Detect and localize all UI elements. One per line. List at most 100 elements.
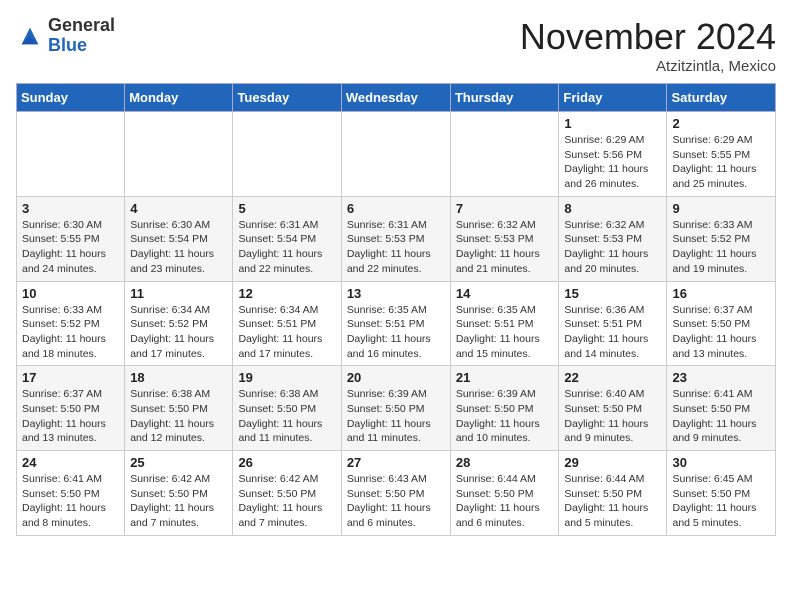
- calendar-cell: 11 Sunrise: 6:34 AM Sunset: 5:52 PM Dayli…: [125, 281, 233, 366]
- calendar-cell: [125, 112, 233, 197]
- calendar-cell: 2 Sunrise: 6:29 AM Sunset: 5:55 PM Daylig…: [667, 112, 776, 197]
- weekday-header-tuesday: Tuesday: [233, 84, 341, 112]
- day-number: 11: [130, 286, 227, 301]
- calendar-cell: 17 Sunrise: 6:37 AM Sunset: 5:50 PM Dayli…: [17, 366, 125, 451]
- weekday-header-saturday: Saturday: [667, 84, 776, 112]
- title-block: November 2024 Atzitzintla, Mexico: [520, 16, 776, 75]
- calendar-cell: 22Sunrise: 6:40 AM Sunset: 5:50 PM Dayli…: [559, 366, 667, 451]
- day-info: Sunrise: 6:41 AM Sunset: 5:50 PM Dayligh…: [22, 472, 119, 531]
- month-title: November 2024: [520, 16, 776, 58]
- calendar-cell: 29 Sunrise: 6:44 AM Sunset: 5:50 PM Dayli…: [559, 451, 667, 536]
- logo-blue-text: Blue: [48, 36, 115, 56]
- day-info: Sunrise: 6:34 AM Sunset: 5:52 PM Dayligh…: [130, 303, 227, 362]
- day-info: Sunrise: 6:30 AM Sunset: 5:55 PM Dayligh…: [22, 218, 119, 277]
- day-number: 16: [672, 286, 770, 301]
- day-number: 17: [22, 370, 119, 385]
- calendar-cell: 26 Sunrise: 6:42 AM Sunset: 5:50 PM Dayli…: [233, 451, 341, 536]
- calendar-cell: [233, 112, 341, 197]
- day-number: 7: [456, 201, 554, 216]
- day-info: Sunrise: 6:29 AM Sunset: 5:56 PM Dayligh…: [564, 133, 661, 192]
- day-number: 29: [564, 455, 661, 470]
- calendar-cell: [17, 112, 125, 197]
- calendar-cell: 20 Sunrise: 6:39 AM Sunset: 5:50 PM Dayli…: [341, 366, 450, 451]
- weekday-header-wednesday: Wednesday: [341, 84, 450, 112]
- day-info: Sunrise: 6:44 AM Sunset: 5:50 PM Dayligh…: [456, 472, 554, 531]
- day-info: Sunrise: 6:31 AM Sunset: 5:53 PM Dayligh…: [347, 218, 445, 277]
- day-info: Sunrise: 6:37 AM Sunset: 5:50 PM Dayligh…: [22, 387, 119, 446]
- calendar-cell: 6Sunrise: 6:31 AM Sunset: 5:53 PM Daylig…: [341, 196, 450, 281]
- day-number: 1: [564, 116, 661, 131]
- calendar-cell: 30 Sunrise: 6:45 AM Sunset: 5:50 PM Dayli…: [667, 451, 776, 536]
- calendar-cell: 1 Sunrise: 6:29 AM Sunset: 5:56 PM Daylig…: [559, 112, 667, 197]
- calendar-cell: 12 Sunrise: 6:34 AM Sunset: 5:51 PM Dayli…: [233, 281, 341, 366]
- week-row-2: 3Sunrise: 6:30 AM Sunset: 5:55 PM Daylig…: [17, 196, 776, 281]
- day-number: 2: [672, 116, 770, 131]
- calendar-cell: 3Sunrise: 6:30 AM Sunset: 5:55 PM Daylig…: [17, 196, 125, 281]
- day-info: Sunrise: 6:32 AM Sunset: 5:53 PM Dayligh…: [456, 218, 554, 277]
- day-number: 28: [456, 455, 554, 470]
- day-number: 21: [456, 370, 554, 385]
- weekday-header-friday: Friday: [559, 84, 667, 112]
- week-row-5: 24 Sunrise: 6:41 AM Sunset: 5:50 PM Dayli…: [17, 451, 776, 536]
- weekday-header-row: SundayMondayTuesdayWednesdayThursdayFrid…: [17, 84, 776, 112]
- day-number: 19: [238, 370, 335, 385]
- calendar-cell: 25Sunrise: 6:42 AM Sunset: 5:50 PM Dayli…: [125, 451, 233, 536]
- day-number: 26: [238, 455, 335, 470]
- day-number: 25: [130, 455, 227, 470]
- week-row-3: 10Sunrise: 6:33 AM Sunset: 5:52 PM Dayli…: [17, 281, 776, 366]
- calendar-cell: 9 Sunrise: 6:33 AM Sunset: 5:52 PM Daylig…: [667, 196, 776, 281]
- day-info: Sunrise: 6:36 AM Sunset: 5:51 PM Dayligh…: [564, 303, 661, 362]
- calendar-cell: 15Sunrise: 6:36 AM Sunset: 5:51 PM Dayli…: [559, 281, 667, 366]
- calendar-cell: [341, 112, 450, 197]
- calendar-cell: 18Sunrise: 6:38 AM Sunset: 5:50 PM Dayli…: [125, 366, 233, 451]
- day-info: Sunrise: 6:44 AM Sunset: 5:50 PM Dayligh…: [564, 472, 661, 531]
- calendar-cell: 21 Sunrise: 6:39 AM Sunset: 5:50 PM Dayli…: [450, 366, 559, 451]
- calendar-cell: 23 Sunrise: 6:41 AM Sunset: 5:50 PM Dayli…: [667, 366, 776, 451]
- day-number: 30: [672, 455, 770, 470]
- weekday-header-thursday: Thursday: [450, 84, 559, 112]
- calendar-cell: 4 Sunrise: 6:30 AM Sunset: 5:54 PM Daylig…: [125, 196, 233, 281]
- calendar-cell: 5Sunrise: 6:31 AM Sunset: 5:54 PM Daylig…: [233, 196, 341, 281]
- day-info: Sunrise: 6:35 AM Sunset: 5:51 PM Dayligh…: [347, 303, 445, 362]
- day-number: 27: [347, 455, 445, 470]
- calendar-cell: 19 Sunrise: 6:38 AM Sunset: 5:50 PM Dayli…: [233, 366, 341, 451]
- weekday-header-monday: Monday: [125, 84, 233, 112]
- day-number: 24: [22, 455, 119, 470]
- week-row-1: 1 Sunrise: 6:29 AM Sunset: 5:56 PM Daylig…: [17, 112, 776, 197]
- day-number: 8: [564, 201, 661, 216]
- day-info: Sunrise: 6:29 AM Sunset: 5:55 PM Dayligh…: [672, 133, 770, 192]
- day-info: Sunrise: 6:39 AM Sunset: 5:50 PM Dayligh…: [347, 387, 445, 446]
- day-info: Sunrise: 6:38 AM Sunset: 5:50 PM Dayligh…: [130, 387, 227, 446]
- day-number: 5: [238, 201, 335, 216]
- calendar-cell: 24 Sunrise: 6:41 AM Sunset: 5:50 PM Dayli…: [17, 451, 125, 536]
- day-info: Sunrise: 6:33 AM Sunset: 5:52 PM Dayligh…: [22, 303, 119, 362]
- day-number: 13: [347, 286, 445, 301]
- calendar-table: SundayMondayTuesdayWednesdayThursdayFrid…: [16, 83, 776, 536]
- day-info: Sunrise: 6:41 AM Sunset: 5:50 PM Dayligh…: [672, 387, 770, 446]
- day-info: Sunrise: 6:45 AM Sunset: 5:50 PM Dayligh…: [672, 472, 770, 531]
- day-number: 22: [564, 370, 661, 385]
- day-number: 4: [130, 201, 227, 216]
- logo[interactable]: General Blue: [16, 16, 115, 56]
- day-number: 14: [456, 286, 554, 301]
- day-info: Sunrise: 6:38 AM Sunset: 5:50 PM Dayligh…: [238, 387, 335, 446]
- calendar-cell: 8Sunrise: 6:32 AM Sunset: 5:53 PM Daylig…: [559, 196, 667, 281]
- calendar-cell: 16 Sunrise: 6:37 AM Sunset: 5:50 PM Dayli…: [667, 281, 776, 366]
- day-number: 9: [672, 201, 770, 216]
- logo-icon: [16, 22, 44, 50]
- calendar-cell: 27Sunrise: 6:43 AM Sunset: 5:50 PM Dayli…: [341, 451, 450, 536]
- day-number: 23: [672, 370, 770, 385]
- day-info: Sunrise: 6:39 AM Sunset: 5:50 PM Dayligh…: [456, 387, 554, 446]
- calendar-cell: 10Sunrise: 6:33 AM Sunset: 5:52 PM Dayli…: [17, 281, 125, 366]
- logo-general-text: General: [48, 16, 115, 36]
- day-info: Sunrise: 6:42 AM Sunset: 5:50 PM Dayligh…: [238, 472, 335, 531]
- day-number: 20: [347, 370, 445, 385]
- calendar-cell: 14 Sunrise: 6:35 AM Sunset: 5:51 PM Dayli…: [450, 281, 559, 366]
- day-info: Sunrise: 6:35 AM Sunset: 5:51 PM Dayligh…: [456, 303, 554, 362]
- day-info: Sunrise: 6:34 AM Sunset: 5:51 PM Dayligh…: [238, 303, 335, 362]
- day-info: Sunrise: 6:37 AM Sunset: 5:50 PM Dayligh…: [672, 303, 770, 362]
- day-number: 12: [238, 286, 335, 301]
- location-text: Atzitzintla, Mexico: [520, 58, 776, 75]
- day-info: Sunrise: 6:30 AM Sunset: 5:54 PM Dayligh…: [130, 218, 227, 277]
- day-info: Sunrise: 6:33 AM Sunset: 5:52 PM Dayligh…: [672, 218, 770, 277]
